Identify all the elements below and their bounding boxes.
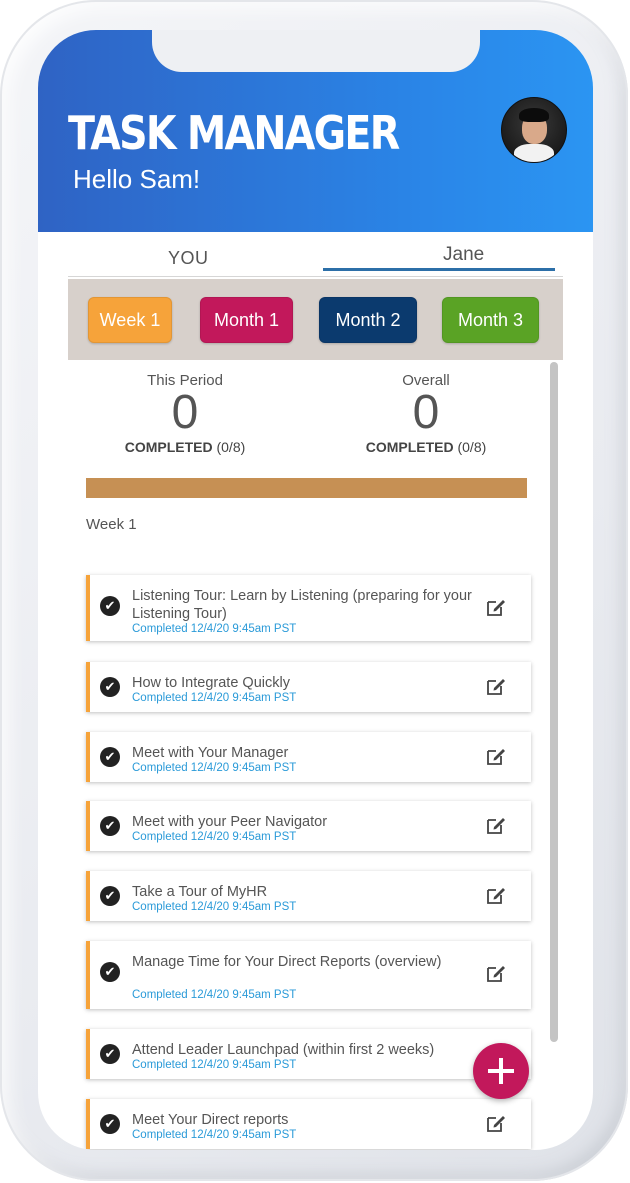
app-title: TASK MANAGER bbox=[68, 106, 400, 160]
user-tabs: YOU Jane bbox=[68, 240, 563, 278]
check-circle-icon[interactable]: ✔ bbox=[100, 747, 120, 767]
task-status: Completed 12/4/20 9:45am PST bbox=[132, 762, 297, 774]
check-circle-icon[interactable]: ✔ bbox=[100, 962, 120, 982]
stat-overall: Overall 0 COMPLETED (0/8) bbox=[326, 372, 526, 455]
stat-overall-completed-count: (0/8) bbox=[457, 439, 487, 455]
edit-icon[interactable] bbox=[486, 746, 506, 766]
task-item[interactable]: ✔ Take a Tour of MyHR Completed 12/4/20 9:… bbox=[86, 871, 531, 921]
period-selector: Week 1 Month 1 Month 2 Month 3 bbox=[68, 279, 563, 360]
tab-divider bbox=[68, 276, 563, 277]
section-heading: Week 1 bbox=[86, 516, 137, 533]
task-title: Meet Your Direct reports bbox=[132, 1112, 289, 1128]
task-item[interactable]: ✔ Meet with your Peer Navigator Completed … bbox=[86, 801, 531, 851]
scrollbar[interactable] bbox=[550, 362, 558, 1042]
stat-this-period: This Period 0 COMPLETED (0/8) bbox=[85, 372, 285, 455]
period-month-2-button[interactable]: Month 2 bbox=[319, 297, 417, 343]
task-status: Completed 12/4/20 9:45am PST bbox=[132, 989, 297, 1001]
task-status: Completed 12/4/20 9:45am PST bbox=[132, 692, 297, 704]
task-status: Completed 12/4/20 9:45am PST bbox=[132, 1129, 297, 1141]
check-circle-icon[interactable]: ✔ bbox=[100, 1114, 120, 1134]
edit-icon[interactable] bbox=[486, 597, 506, 617]
task-status: Completed 12/4/20 9:45am PST bbox=[132, 901, 297, 913]
phone-notch bbox=[152, 30, 480, 72]
period-week-1-button[interactable]: Week 1 bbox=[88, 297, 172, 343]
check-circle-icon[interactable]: ✔ bbox=[100, 596, 120, 616]
task-title: Meet with your Peer Navigator bbox=[132, 814, 328, 830]
task-title: Meet with Your Manager bbox=[132, 745, 289, 761]
tab-jane[interactable]: Jane bbox=[443, 244, 484, 266]
task-title: Take a Tour of MyHR bbox=[132, 884, 268, 900]
task-title: How to Integrate Quickly bbox=[132, 675, 290, 691]
stat-this-period-completed-count: (0/8) bbox=[216, 439, 246, 455]
period-month-3-button[interactable]: Month 3 bbox=[442, 297, 539, 343]
task-status: Completed 12/4/20 9:45am PST bbox=[132, 831, 297, 843]
task-item[interactable]: ✔ Attend Leader Launchpad (within first 2… bbox=[86, 1029, 531, 1079]
task-status: Completed 12/4/20 9:45am PST bbox=[132, 1059, 297, 1071]
stat-overall-completed-label: COMPLETED bbox=[365, 439, 454, 455]
task-item[interactable]: ✔ How to Integrate Quickly Completed 12/4/… bbox=[86, 662, 531, 712]
edit-icon[interactable] bbox=[486, 676, 506, 696]
edit-icon[interactable] bbox=[486, 815, 506, 835]
app-screen: TASK MANAGER Hello Sam! YOU Jane Week 1 … bbox=[38, 30, 593, 1150]
stat-this-period-completed-label: COMPLETED bbox=[124, 439, 213, 455]
plus-icon bbox=[488, 1058, 514, 1084]
active-tab-indicator bbox=[323, 268, 555, 271]
tab-you[interactable]: YOU bbox=[168, 248, 209, 269]
check-circle-icon[interactable]: ✔ bbox=[100, 677, 120, 697]
task-title: Attend Leader Launchpad (within first 2 … bbox=[132, 1042, 435, 1058]
stat-this-period-value: 0 bbox=[171, 386, 199, 439]
task-item[interactable]: ✔ Meet with Your Manager Completed 12/4/20… bbox=[86, 732, 531, 782]
edit-icon[interactable] bbox=[486, 1113, 506, 1133]
check-circle-icon[interactable]: ✔ bbox=[100, 886, 120, 906]
task-title: Manage Time for Your Direct Reports (ove… bbox=[132, 954, 442, 970]
greeting: Hello Sam! bbox=[73, 164, 201, 194]
edit-icon[interactable] bbox=[486, 885, 506, 905]
add-task-button[interactable] bbox=[473, 1043, 529, 1099]
check-circle-icon[interactable]: ✔ bbox=[100, 816, 120, 836]
task-title: Listening Tour: Learn by Listening (prep… bbox=[132, 588, 472, 622]
task-status: Completed 12/4/20 9:45am PST bbox=[132, 623, 297, 635]
edit-icon[interactable] bbox=[486, 963, 506, 983]
task-item[interactable]: ✔ Manage Time for Your Direct Reports (ov… bbox=[86, 941, 531, 1009]
period-month-1-button[interactable]: Month 1 bbox=[200, 297, 293, 343]
task-scroll-area[interactable]: This Period 0 COMPLETED (0/8) Overall 0 … bbox=[68, 360, 563, 1150]
stat-overall-value: 0 bbox=[412, 386, 440, 439]
check-circle-icon[interactable]: ✔ bbox=[100, 1044, 120, 1064]
avatar[interactable] bbox=[501, 97, 567, 163]
task-item[interactable]: ✔ Listening Tour: Learn by Listening (pre… bbox=[86, 575, 531, 641]
task-item[interactable]: ✔ Meet Your Direct reports Completed 12/4/… bbox=[86, 1099, 531, 1149]
progress-bar bbox=[86, 478, 527, 498]
